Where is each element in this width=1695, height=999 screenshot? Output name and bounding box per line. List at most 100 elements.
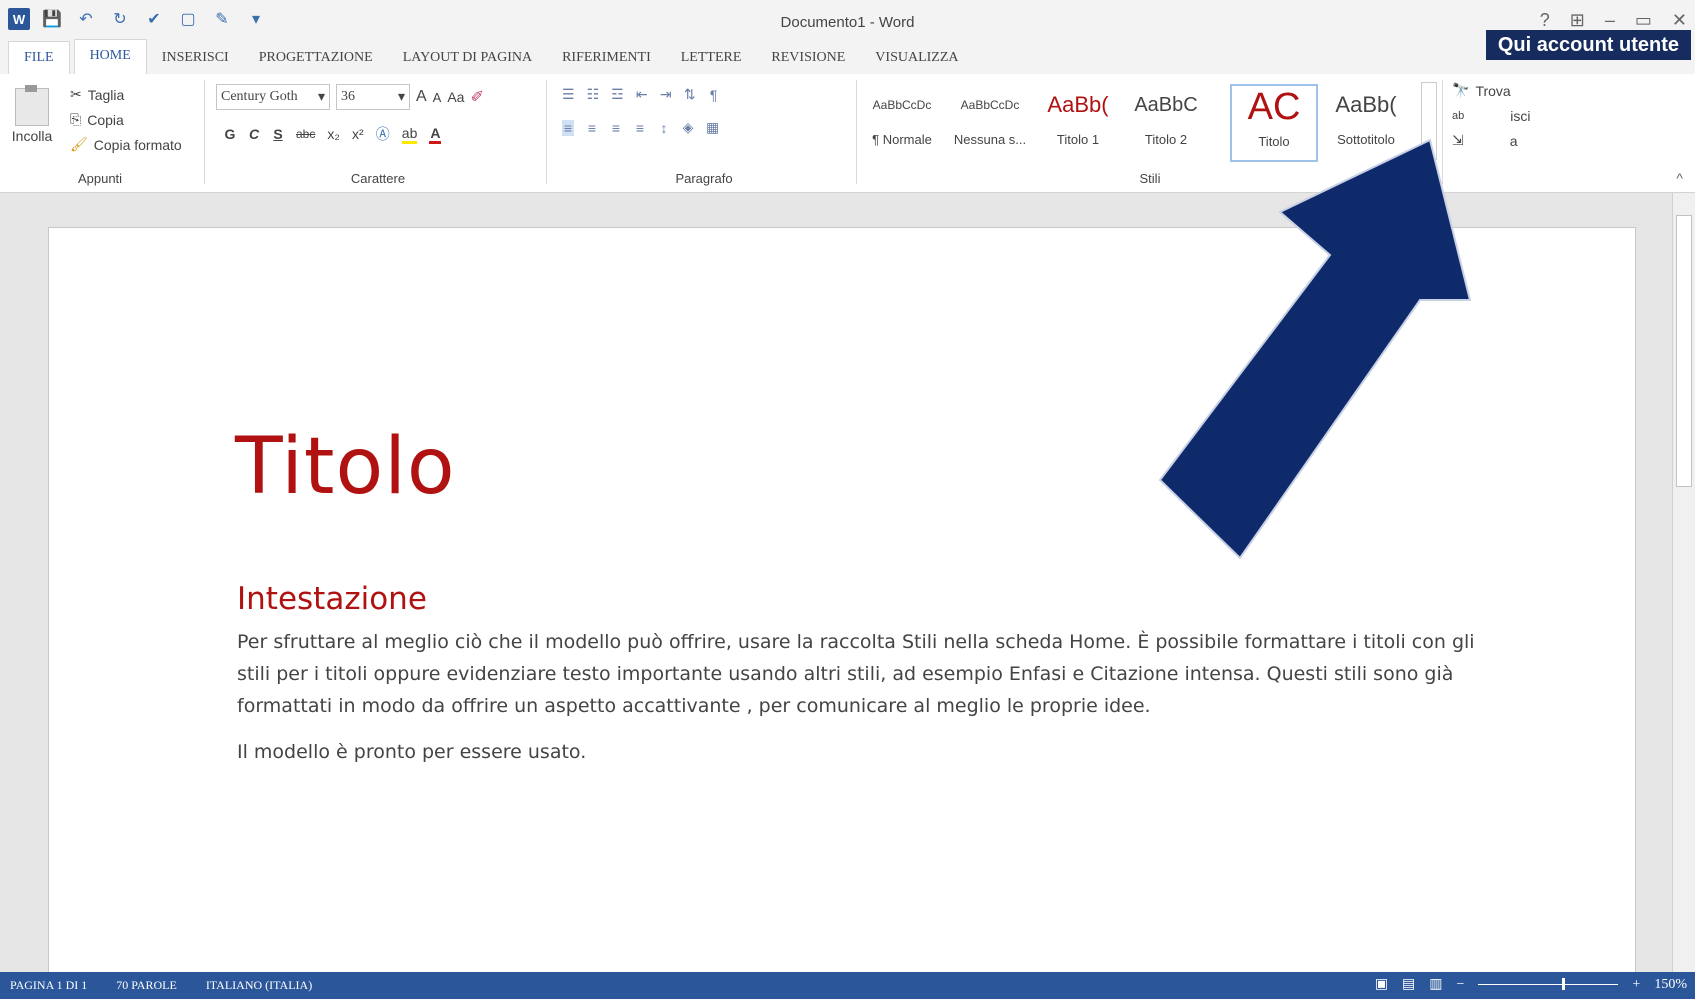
tab-mailings[interactable]: LETTERE bbox=[666, 42, 757, 74]
select-icon: ⇲ bbox=[1452, 132, 1464, 148]
styles-gallery-scroll[interactable] bbox=[1421, 82, 1437, 160]
document-page[interactable]: Titolo Intestazione Per sfruttare al meg… bbox=[48, 227, 1636, 972]
help-icon[interactable]: ? bbox=[1540, 10, 1550, 31]
styles-group-label: Stili bbox=[1139, 171, 1161, 186]
ribbon: Incolla ✂ Taglia ⎘ Copia 🖌 Copia formato Ap… bbox=[0, 74, 1695, 193]
numbering-icon[interactable]: ☷ bbox=[587, 86, 600, 103]
tab-insert[interactable]: INSERISCI bbox=[147, 42, 244, 74]
change-case-button[interactable]: Aa bbox=[447, 89, 464, 105]
style-preview: AaBbCcDc bbox=[960, 98, 1020, 112]
decrease-indent-icon[interactable]: ⇤ bbox=[636, 86, 648, 103]
status-bar: PAGINA 1 DI 1 70 PAROLE ITALIANO (ITALIA… bbox=[0, 972, 1695, 999]
bullets-icon[interactable]: ☰ bbox=[562, 86, 575, 103]
web-layout-icon[interactable]: ▥ bbox=[1429, 976, 1442, 993]
style-heading-2[interactable]: AaBbC Titolo 2 bbox=[1124, 84, 1208, 158]
style-title[interactable]: AC Titolo bbox=[1230, 84, 1318, 162]
style-normal[interactable]: AaBbCcDc ¶ Normale bbox=[860, 84, 944, 158]
collapse-ribbon-icon[interactable]: ^ bbox=[1676, 170, 1683, 186]
show-marks-icon[interactable]: ¶ bbox=[708, 87, 720, 103]
language-status[interactable]: ITALIANO (ITALIA) bbox=[206, 978, 312, 992]
tab-file[interactable]: FILE bbox=[8, 41, 70, 74]
style-heading-1[interactable]: AaBb( Titolo 1 bbox=[1036, 84, 1120, 158]
document-paragraph[interactable]: Il modello è pronto per essere usato. bbox=[237, 736, 1477, 768]
select-button[interactable]: ⇲ a bbox=[1452, 128, 1572, 153]
shrink-font-icon[interactable]: A bbox=[433, 90, 442, 105]
font-name-combo[interactable]: Century Goth ▾ bbox=[216, 84, 330, 110]
group-paragraph: ☰ ☷ ☲ ⇤ ⇥ ⇅ ¶ ≡ ≡ ≡ ≡ ↕ ◈ ▦ Paragrafo bbox=[556, 78, 852, 186]
scrollbar-thumb[interactable] bbox=[1676, 215, 1692, 487]
style-name: Titolo 2 bbox=[1144, 132, 1188, 147]
document-paragraph[interactable]: Per sfruttare al meglio ciò che il model… bbox=[237, 626, 1477, 722]
underline-button[interactable]: S bbox=[272, 126, 284, 142]
cut-button[interactable]: ✂ Taglia bbox=[70, 82, 182, 107]
print-layout-icon[interactable]: ▤ bbox=[1402, 976, 1415, 993]
multilevel-list-icon[interactable]: ☲ bbox=[611, 86, 624, 103]
tab-home[interactable]: HOME bbox=[73, 39, 147, 74]
grow-font-icon[interactable]: A bbox=[416, 88, 427, 106]
align-right-icon[interactable]: ≡ bbox=[610, 120, 622, 136]
style-preview: AaBb( bbox=[1335, 92, 1397, 117]
document-title[interactable]: Titolo bbox=[235, 422, 456, 512]
superscript-button[interactable]: x² bbox=[352, 126, 364, 142]
bold-button[interactable]: G bbox=[224, 126, 236, 142]
format-painter-label: Copia formato bbox=[93, 136, 182, 153]
zoom-out-icon[interactable]: − bbox=[1457, 977, 1465, 993]
clear-formatting-icon[interactable]: ✐ bbox=[470, 87, 483, 107]
word-count[interactable]: 70 PAROLE bbox=[116, 978, 177, 992]
sort-icon[interactable]: ⇅ bbox=[684, 86, 696, 103]
zoom-slider-knob[interactable] bbox=[1562, 978, 1566, 990]
paste-button[interactable]: Incolla bbox=[8, 82, 56, 160]
status-left: PAGINA 1 DI 1 70 PAROLE ITALIANO (ITALIA… bbox=[0, 978, 328, 993]
zoom-in-icon[interactable]: + bbox=[1632, 977, 1640, 993]
replace-button[interactable]: ab isci bbox=[1452, 103, 1572, 128]
cut-label: Taglia bbox=[87, 86, 125, 103]
shading-icon[interactable]: ◈ bbox=[682, 119, 694, 136]
style-subtitle[interactable]: AaBb( Sottotitolo bbox=[1324, 84, 1408, 158]
copy-icon: ⎘ bbox=[70, 111, 82, 127]
tab-review[interactable]: REVISIONE bbox=[756, 42, 860, 74]
find-button[interactable]: 🔭 Trova bbox=[1452, 78, 1572, 103]
group-clipboard: Incolla ✂ Taglia ⎘ Copia 🖌 Copia formato Ap… bbox=[0, 78, 200, 186]
strikethrough-button[interactable]: abc bbox=[296, 127, 315, 141]
document-heading[interactable]: Intestazione bbox=[237, 581, 427, 617]
vertical-scrollbar[interactable] bbox=[1672, 193, 1695, 972]
page-count[interactable]: PAGINA 1 DI 1 bbox=[10, 978, 87, 992]
tab-view[interactable]: VISUALIZZA bbox=[860, 42, 973, 74]
minimize-icon[interactable]: – bbox=[1605, 10, 1615, 31]
account-annotation-label: Qui account utente bbox=[1485, 30, 1691, 60]
zoom-slider[interactable] bbox=[1478, 978, 1619, 990]
window-title: Documento1 - Word bbox=[780, 14, 915, 31]
close-icon[interactable]: ✕ bbox=[1672, 10, 1687, 31]
highlight-icon[interactable]: ab bbox=[401, 125, 418, 144]
ribbon-display-icon[interactable]: ⊞ bbox=[1570, 10, 1585, 31]
style-no-spacing[interactable]: AaBbCcDc Nessuna s... bbox=[948, 84, 1032, 158]
align-left-icon[interactable]: ≡ bbox=[562, 119, 574, 136]
increase-indent-icon[interactable]: ⇥ bbox=[660, 86, 672, 103]
binoculars-icon: 🔭 bbox=[1452, 82, 1470, 98]
subscript-button[interactable]: x₂ bbox=[327, 126, 339, 142]
style-name: Sottotitolo bbox=[1337, 132, 1395, 147]
align-center-icon[interactable]: ≡ bbox=[586, 120, 598, 136]
font-name-value: Century Goth bbox=[221, 89, 298, 104]
style-preview: AaBb( bbox=[1047, 92, 1109, 117]
zoom-level[interactable]: 150% bbox=[1654, 977, 1687, 993]
italic-button[interactable]: C bbox=[248, 126, 260, 142]
paragraph-group-label: Paragrafo bbox=[675, 171, 733, 186]
read-mode-icon[interactable]: ▣ bbox=[1375, 976, 1388, 993]
copy-button[interactable]: ⎘ Copia bbox=[70, 107, 182, 132]
text-effects-icon[interactable]: Ⓐ bbox=[376, 124, 390, 144]
document-body[interactable]: Per sfruttare al meglio ciò che il model… bbox=[237, 626, 1477, 782]
format-painter-button[interactable]: 🖌 Copia formato bbox=[70, 132, 182, 157]
separator bbox=[546, 80, 547, 184]
style-preview: AaBbC bbox=[1134, 93, 1198, 116]
line-spacing-icon[interactable]: ↕ bbox=[658, 120, 670, 136]
tab-references[interactable]: RIFERIMENTI bbox=[547, 42, 666, 74]
style-preview: AC bbox=[1247, 86, 1301, 128]
tab-page-layout[interactable]: LAYOUT DI PAGINA bbox=[388, 42, 547, 74]
font-color-icon[interactable]: A bbox=[429, 125, 442, 144]
restore-icon[interactable]: ▭ bbox=[1635, 10, 1652, 31]
tab-design[interactable]: PROGETTAZIONE bbox=[244, 42, 388, 74]
font-size-combo[interactable]: 36 ▾ bbox=[336, 84, 410, 110]
justify-icon[interactable]: ≡ bbox=[634, 120, 646, 136]
borders-icon[interactable]: ▦ bbox=[706, 119, 719, 136]
